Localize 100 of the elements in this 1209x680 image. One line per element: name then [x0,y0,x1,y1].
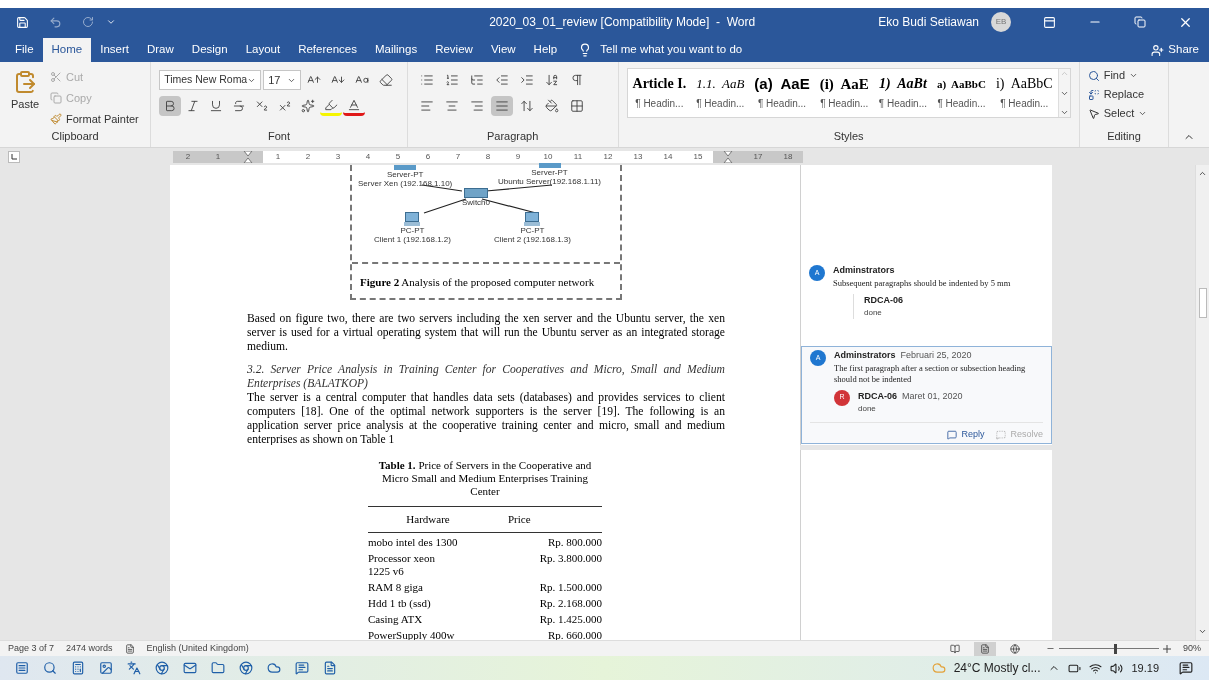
comment-author: Adminstrators [834,349,896,362]
ribbon-tab[interactable]: Insert [91,38,138,62]
scroll-thumb[interactable] [1198,287,1207,318]
tab-selector-icon[interactable] [8,150,20,163]
pilcrow-icon [569,73,584,87]
ribbon-tab[interactable]: View [481,38,525,62]
view-button[interactable] [974,641,996,656]
font-size-field[interactable]: 17 [263,70,302,90]
ribbon-tab[interactable]: Review [426,38,482,62]
paste-button[interactable]: Paste [8,66,42,128]
font-name-field[interactable]: Times New Roma [159,70,262,90]
replace-button[interactable]: Replace [1087,85,1161,104]
style-item[interactable]: (a) AaE ¶ Headin... [749,69,815,117]
style-item[interactable]: 1) AaBt ¶ Headin... [873,69,932,117]
taskbar-app-icon[interactable] [323,661,337,675]
numbering-icon [444,73,459,87]
taskbar-app-icon[interactable] [267,661,281,675]
ribbon-tab[interactable]: Mailings [366,38,427,62]
restore-icon[interactable] [1134,16,1146,28]
style-item[interactable]: Article I. ¶ Headin... [627,69,692,117]
taskbar-app-icon[interactable] [183,661,197,675]
notifications-icon[interactable] [1179,661,1193,675]
clock[interactable]: 19.19 [1131,659,1159,677]
scroll-up-icon[interactable] [1198,169,1207,178]
more-styles-icon[interactable] [1059,108,1069,117]
taskbar-app-icon[interactable] [43,661,57,675]
decrease-indent-icon [494,73,509,87]
ribbon-tab[interactable]: Help [524,38,567,62]
bullets-icon [419,73,434,87]
user-avatar: EB [991,12,1011,32]
table-cell: Casing ATX [368,609,488,626]
style-item[interactable]: (i) AaE ¶ Headin... [814,69,874,117]
align-center-icon [444,99,459,113]
select-button[interactable]: Select [1087,104,1161,123]
ruler-number: 14 [663,150,673,163]
ribbon-tab[interactable]: Home [42,38,92,62]
ruler-number: 6 [425,150,431,163]
wifi-icon[interactable] [1089,661,1103,675]
scissors-icon [50,71,62,83]
reply-author: RDCA-06 [858,389,897,403]
taskbar-app-icon[interactable] [71,661,85,675]
taskbar-app-icon[interactable] [155,661,169,675]
zoom-percent[interactable]: 90% [1183,641,1201,656]
save-icon[interactable] [16,15,29,29]
comment-text: Subsequent paragraphs should be indented by 5 mm [833,277,1011,289]
indent-marker-icon[interactable] [243,150,253,163]
ribbon-tab[interactable]: Layout [236,38,290,62]
reply-date: Maret 01, 2020 [902,389,963,403]
find-button[interactable]: Find [1087,66,1161,85]
ruler-number: 15 [693,150,703,163]
taskbar-app-icon[interactable] [211,661,225,675]
table-cell: mobo intel des 1300 [368,532,488,549]
style-item[interactable]: i) AaBbC ¶ Headin... [990,69,1058,117]
body-paragraph: Based on figure two, there are two servers including the xen server and the Ubuntu server, the xen server is used for a virtual operating system that will run the Ubuntu server as an integrated storage medium. [247,312,725,354]
zoom-thumb[interactable] [1114,643,1117,654]
clipboard-button[interactable]: Format Painter [50,110,139,128]
weather-text[interactable]: 24°C Mostly cl... [953,659,1041,677]
group-label: Styles [832,128,865,144]
ribbon-tab[interactable]: References [289,38,366,62]
taskbar-app-icon[interactable] [15,661,29,675]
speech-bubble-icon [996,429,1007,440]
ribbon-tab[interactable]: File [6,38,43,62]
underline-icon [209,99,224,113]
ruler-number: 10 [543,150,553,163]
comment-author: Adminstrators [833,264,895,277]
bold-button[interactable] [159,96,182,116]
ribbon-display-icon[interactable] [1043,15,1056,29]
vertical-scrollbar[interactable] [1195,165,1209,640]
taskbar-app-icon[interactable] [295,661,309,675]
share-button[interactable]: Share [1151,38,1199,62]
zoom-in-icon[interactable] [1163,644,1171,653]
tell-me-search[interactable]: Tell me what you want to do [600,41,743,59]
search-icon [1087,69,1100,82]
ruler-number: 8 [485,150,491,163]
table-cell-text: PowerSupply 400w [368,627,456,642]
server-icon [538,163,561,168]
reply-button[interactable]: Reply [947,428,985,442]
ruler-number: 5 [395,150,401,163]
taskbar-app-icon[interactable] [127,661,141,675]
proofing-icon[interactable] [124,643,135,654]
justify-button[interactable] [490,96,513,116]
taskbar-app-icon[interactable] [99,661,113,675]
customize-toolbar-icon[interactable] [106,17,116,27]
volume-icon[interactable] [1110,661,1124,675]
ruler-number: 7 [455,150,461,163]
style-item[interactable]: a) AaBbC ¶ Headin... [932,69,991,117]
ruler-number: 11 [573,150,583,163]
scroll-down-icon[interactable] [1198,627,1207,636]
language-indicator[interactable]: English (United Kingdom) [146,641,249,656]
style-item[interactable]: 1.1. AaB ¶ Headin... [691,69,750,117]
device-name-label: Server Xen (192.168.1.10) [358,179,453,188]
table-cell: Rp. 3.800.000 [488,548,602,578]
taskbar-app-icon[interactable] [239,661,253,675]
indent-marker-icon[interactable] [723,150,733,163]
strikethrough-icon [232,99,247,113]
zoom-slider[interactable] [1059,643,1159,654]
ribbon-tab[interactable]: Design [182,38,237,62]
group-label: Clipboard [50,129,100,144]
ruler-number: 1 [275,150,281,163]
ribbon-tab[interactable]: Draw [138,38,183,62]
